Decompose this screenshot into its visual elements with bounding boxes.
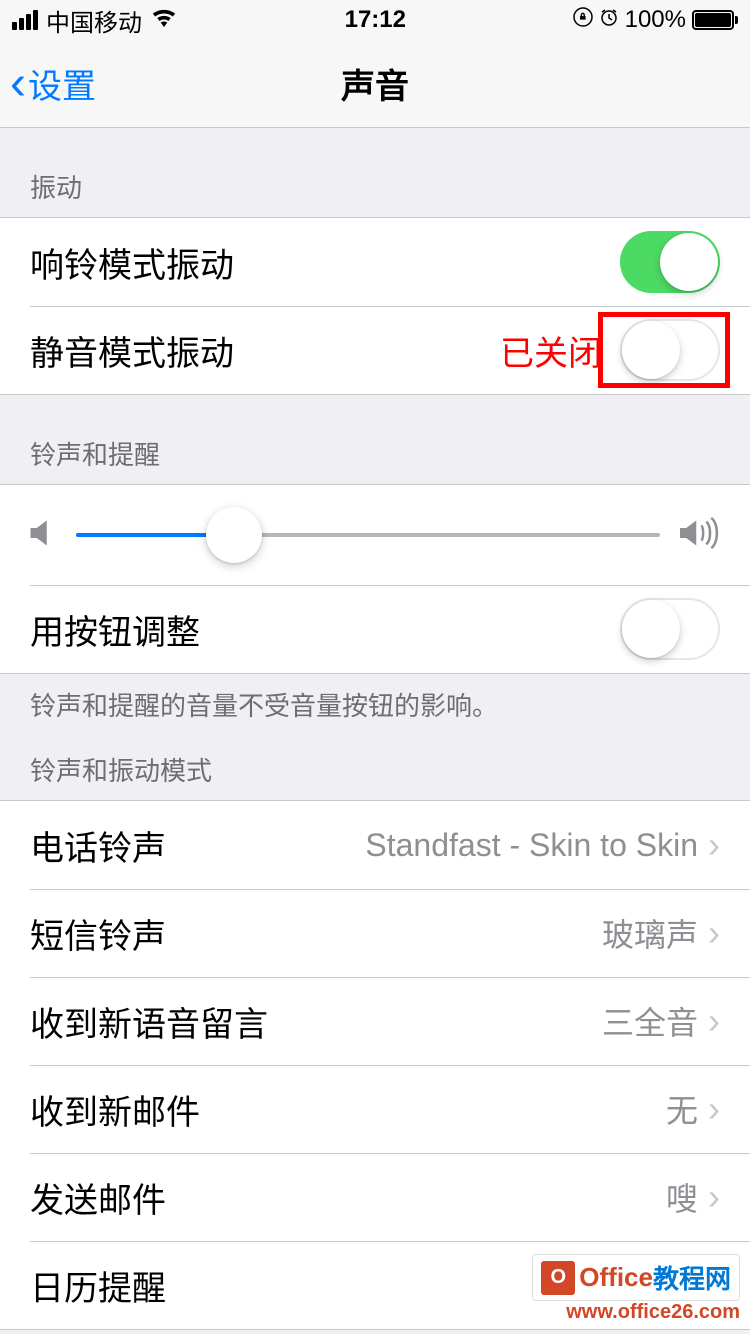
section-header-ringer: 铃声和提醒 <box>0 395 750 484</box>
section-header-patterns: 铃声和振动模式 <box>0 731 750 800</box>
row-volume-slider <box>0 485 750 585</box>
row-label: 用按钮调整 <box>30 605 200 654</box>
row-label: 电话铃声 <box>30 821 166 870</box>
chevron-left-icon: ‹ <box>10 60 26 108</box>
back-label: 设置 <box>28 59 96 108</box>
switch-ring-vibrate[interactable] <box>620 231 720 293</box>
row-ring-vibrate: 响铃模式振动 <box>0 218 750 306</box>
logo-icon: O <box>541 1261 575 1295</box>
row-value: 无 <box>666 1086 698 1132</box>
wifi-icon <box>150 6 178 34</box>
list-item[interactable]: 电话铃声 Standfast - Skin to Skin › <box>0 801 750 889</box>
list-item[interactable]: 收到新邮件 无› <box>0 1065 750 1153</box>
row-label: 短信铃声 <box>30 909 166 958</box>
page-title: 声音 <box>341 59 409 108</box>
chevron-right-icon: › <box>708 1176 720 1218</box>
chevron-right-icon: › <box>708 824 720 866</box>
watermark: O Office 教程网 www.office26.com <box>532 1254 740 1324</box>
time-label: 17:12 <box>345 6 406 34</box>
switch-silent-vibrate[interactable] <box>620 319 720 381</box>
orientation-lock-icon <box>573 6 593 34</box>
section-footer-ringer: 铃声和提醒的音量不受音量按钮的影响。 <box>0 674 750 731</box>
chevron-right-icon: › <box>708 1088 720 1130</box>
volume-slider[interactable] <box>76 533 660 537</box>
status-bar: 中国移动 17:12 100% <box>0 0 750 40</box>
row-value: 嗖 <box>666 1174 698 1220</box>
volume-low-icon <box>30 518 56 553</box>
row-value: 三全音 <box>602 998 698 1044</box>
chevron-right-icon: › <box>708 912 720 954</box>
row-label: 发送邮件 <box>30 1173 166 1222</box>
battery-pct: 100% <box>625 6 686 34</box>
section-header-vibrate: 振动 <box>0 128 750 217</box>
row-label: 响铃模式振动 <box>30 238 234 287</box>
row-button-adjust: 用按钮调整 <box>0 585 750 673</box>
back-button[interactable]: ‹ 设置 <box>0 59 96 108</box>
annotation-closed: 已关闭 <box>500 326 602 375</box>
row-value: Standfast - Skin to Skin <box>365 827 698 864</box>
volume-high-icon <box>680 517 720 554</box>
row-label: 日历提醒 <box>30 1261 166 1310</box>
list-item[interactable]: 短信铃声 玻璃声› <box>0 889 750 977</box>
chevron-right-icon: › <box>708 1000 720 1042</box>
alarm-icon <box>599 6 619 34</box>
battery-icon <box>692 10 738 30</box>
row-label: 收到新语音留言 <box>30 997 268 1046</box>
list-item[interactable]: 收到新语音留言 三全音› <box>0 977 750 1065</box>
row-label: 静音模式振动 <box>30 326 234 375</box>
list-item[interactable]: 发送邮件 嗖› <box>0 1153 750 1241</box>
nav-bar: ‹ 设置 声音 <box>0 40 750 128</box>
row-label: 收到新邮件 <box>30 1085 200 1134</box>
carrier-label: 中国移动 <box>46 3 142 38</box>
signal-icon <box>12 10 38 30</box>
row-silent-vibrate: 静音模式振动 已关闭 <box>0 306 750 394</box>
row-value: 玻璃声 <box>602 910 698 956</box>
switch-button-adjust[interactable] <box>620 598 720 660</box>
